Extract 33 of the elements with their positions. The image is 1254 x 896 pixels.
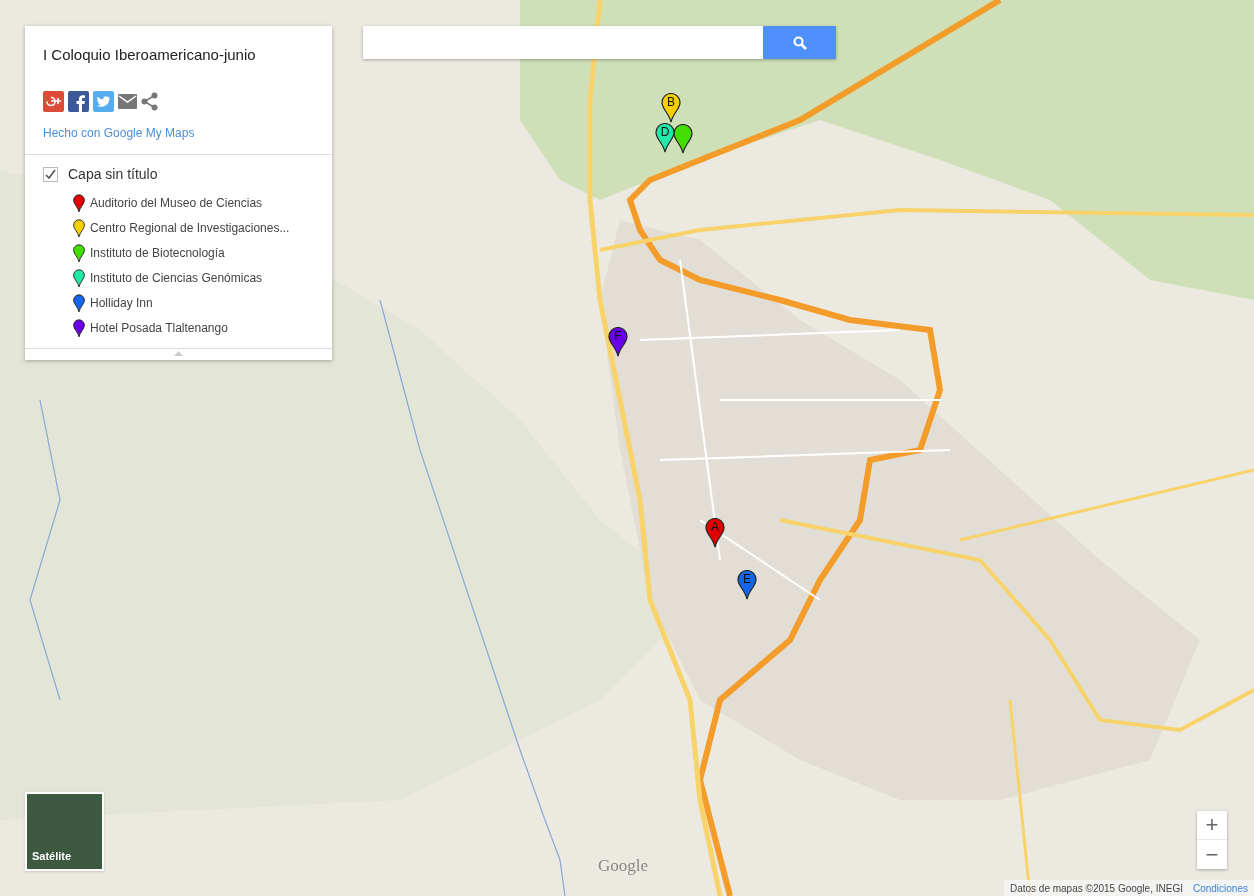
map-pin[interactable] [705,518,725,548]
facebook-icon[interactable] [68,90,89,112]
pin-letter: A [711,521,719,536]
satellite-toggle[interactable]: Satélite [25,792,104,871]
terms-link[interactable]: Condiciones [1192,880,1248,896]
map-title: I Coloquio Iberoamericano-junio [43,45,257,65]
credit-link[interactable]: Hecho con Google My Maps [43,123,314,142]
place-name[interactable]: Holliday Inn [90,294,153,312]
search-icon [792,35,807,50]
share-icon[interactable] [141,91,158,111]
search-field[interactable] [363,26,763,59]
pin-letter: E [743,573,751,588]
google-logo: Google [598,855,649,877]
map-attribution: Datos de mapas ©2015 Google, INEGI [1009,881,1183,896]
layer-name: Capa sin título [68,164,158,184]
zoom-in-button[interactable]: + [1197,811,1227,840]
place-name[interactable]: Centro Regional de Investigaciones... [90,219,290,237]
place-name[interactable]: Auditorio del Museo de Ciencias [90,194,263,212]
place-name[interactable]: Instituto de Ciencias Genómicas [90,269,263,287]
pin-letter: B [667,96,675,111]
google-plus-icon[interactable] [43,90,64,112]
zoom-out-button[interactable]: − [1197,840,1227,869]
map-pin[interactable] [608,327,628,357]
map-pin[interactable] [673,124,693,154]
map-pin[interactable] [737,570,757,600]
layer-checkbox[interactable] [43,166,58,182]
pin-letter: D [660,126,670,141]
map-pin[interactable] [655,123,675,153]
place-name[interactable]: Instituto de Biotecnología [90,244,225,262]
envelope-icon[interactable] [118,93,137,109]
pin-letter: F [614,330,622,345]
place-name[interactable]: Hotel Posada Tlaltenango [90,319,228,337]
map-pin[interactable] [661,93,681,123]
